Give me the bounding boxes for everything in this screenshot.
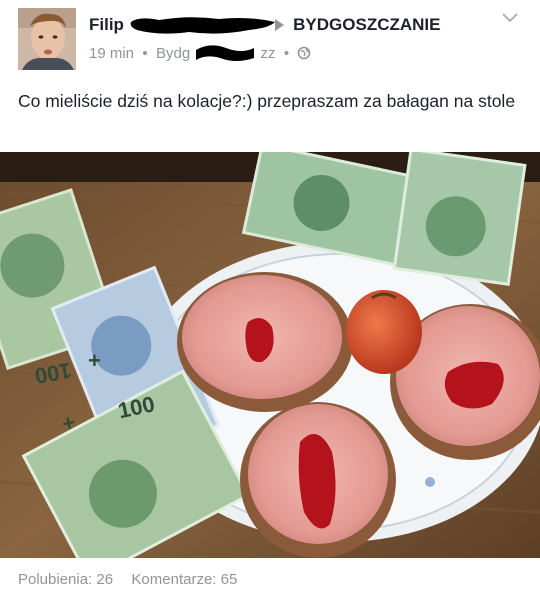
- group-name[interactable]: BYDGOSZCZANIE: [293, 15, 440, 35]
- arrow-right-icon: [275, 19, 285, 31]
- meta-separator: •: [279, 44, 294, 62]
- sandwich: [177, 272, 353, 412]
- location-redaction: [196, 45, 255, 62]
- tomato: [346, 290, 422, 374]
- dinner-photo: 100 + 100 +: [0, 152, 540, 558]
- redaction-scribble: [130, 17, 275, 34]
- chevron-down-icon[interactable]: [500, 10, 520, 26]
- likes-count[interactable]: Polubienia: 26: [18, 571, 113, 588]
- globe-icon: [298, 46, 311, 60]
- comments-count[interactable]: Komentarze: 65: [131, 571, 237, 588]
- post-time[interactable]: 19 min: [89, 45, 134, 62]
- post-meta: 19 min • Bydg zz •: [89, 44, 311, 62]
- banknote-corner-mark: +: [88, 348, 101, 373]
- post-location[interactable]: Bydg: [156, 45, 190, 62]
- post-title-row: Filip BYDGOSZCZANIE: [89, 14, 441, 38]
- location-suffix: zz: [260, 44, 276, 62]
- post-photo[interactable]: 100 + 100 +: [0, 152, 540, 558]
- author-name[interactable]: Filip: [89, 15, 124, 35]
- post-text: Co mieliście dziś na kolacje?:) przepras…: [18, 91, 516, 111]
- post-stats: Polubienia: 26 Komentarze: 65: [18, 571, 237, 588]
- meta-separator: •: [138, 44, 152, 62]
- avatar[interactable]: [18, 8, 76, 70]
- post-header: Filip BYDGOSZCZANIE 19 min • Bydg zz •: [0, 0, 540, 80]
- sandwich: [240, 402, 396, 558]
- avatar-photo: [18, 8, 76, 70]
